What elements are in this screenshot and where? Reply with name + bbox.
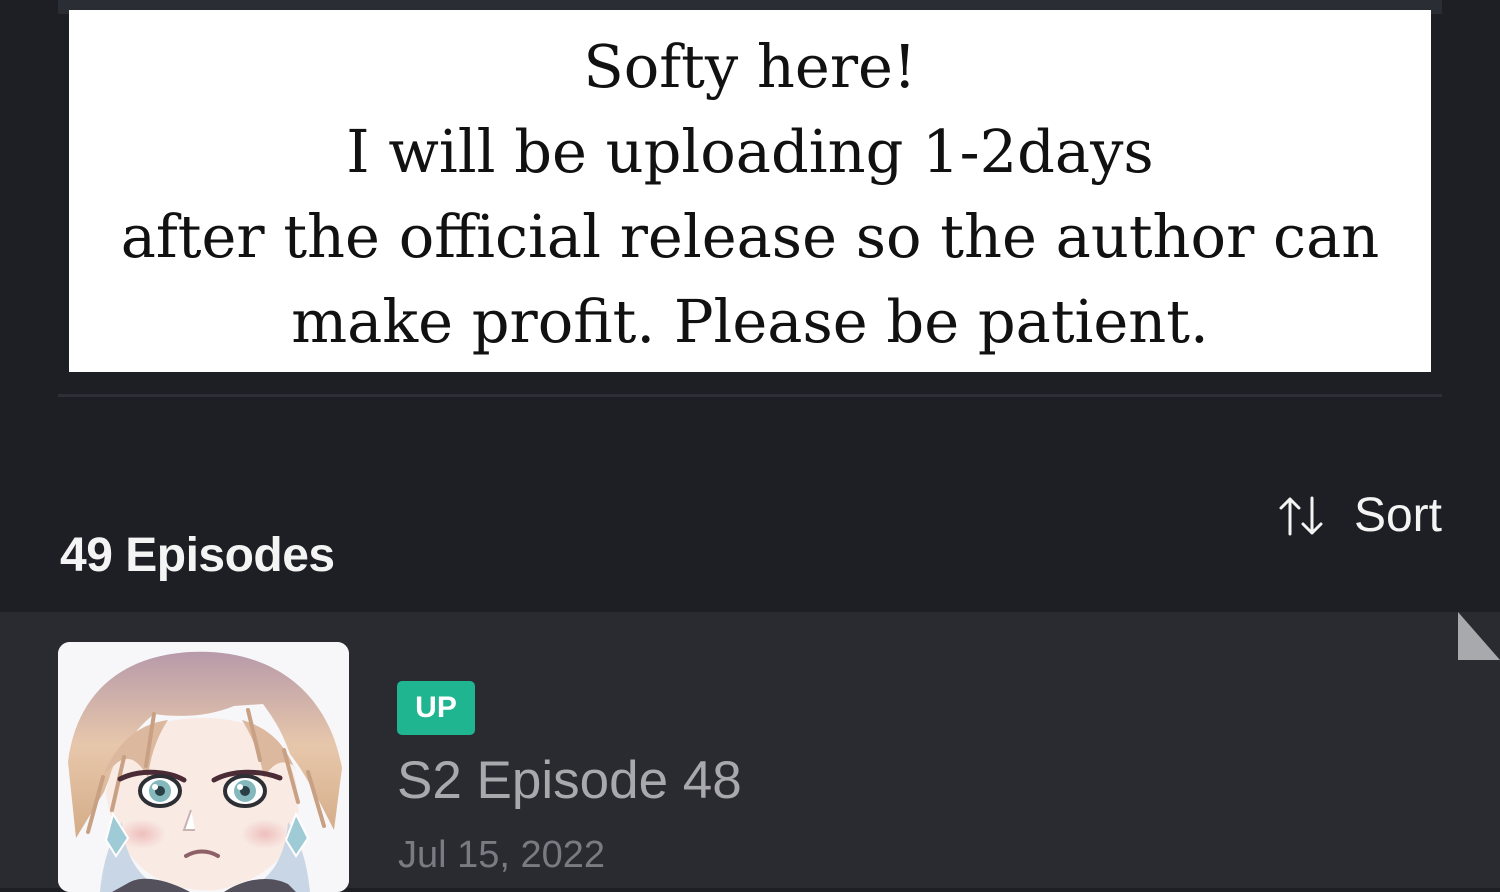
episode-thumbnail[interactable]: [58, 642, 349, 892]
notice-line-1: Softy here!: [583, 32, 917, 101]
episode-list-item[interactable]: UP S2 Episode 48 Jul 15, 2022: [0, 612, 1500, 892]
notice-line-2: I will be uploading 1-2days: [346, 117, 1154, 186]
sort-label: Sort: [1353, 489, 1442, 542]
episode-count-heading: 49 Episodes: [60, 528, 335, 582]
update-badge: UP: [397, 681, 475, 735]
character-thumbnail-image: [58, 642, 349, 892]
corner-fold-icon: [1458, 612, 1500, 660]
sort-arrows-icon: [1279, 496, 1323, 536]
notice-line-4: make profit. Please be patient.: [291, 287, 1209, 356]
episode-release-date: Jul 15, 2022: [398, 834, 606, 876]
episode-title[interactable]: S2 Episode 48: [397, 750, 742, 812]
sort-button[interactable]: Sort: [1276, 486, 1442, 546]
notice-line-3: after the official release so the author…: [120, 202, 1380, 271]
section-divider: [58, 394, 1442, 397]
translator-notice-banner: Softy here! I will be uploading 1-2days …: [69, 10, 1431, 372]
